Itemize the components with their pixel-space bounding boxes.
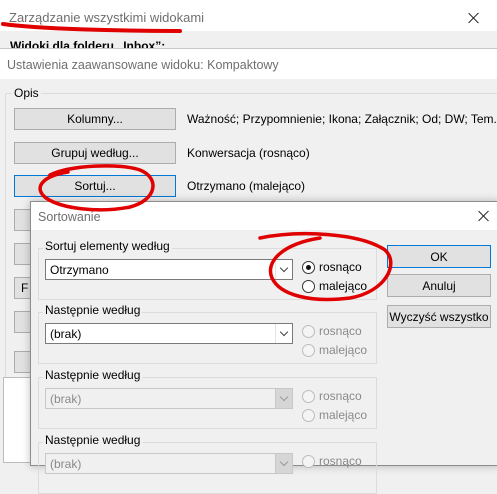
chevron-down-icon xyxy=(275,454,292,473)
then-by-label-1: Następnie według xyxy=(43,303,143,317)
chevron-down-icon[interactable] xyxy=(275,324,292,343)
radio-disabled-icon xyxy=(302,324,315,338)
columns-description: Ważność; Przypomnienie; Ikona; Załącznik… xyxy=(187,112,497,126)
columns-button-label: Kolumny... xyxy=(67,112,123,126)
then-by-2-descending-radio: malejąco xyxy=(302,408,367,422)
sort-by-descending-radio[interactable]: malejąco xyxy=(302,279,367,293)
then-by-label-3: Następnie według xyxy=(43,433,143,447)
sort-button[interactable]: Sortuj... xyxy=(14,175,176,197)
manage-views-titlebar: Zarządzanie wszystkimi widokami xyxy=(0,0,497,30)
then-by-value-2: (brak) xyxy=(50,392,82,406)
ok-button-label: OK xyxy=(430,249,448,264)
sort-by-value: Otrzymano xyxy=(50,263,109,277)
cancel-button[interactable]: Anuluj xyxy=(387,274,491,297)
radio-disabled-icon xyxy=(302,343,315,357)
advanced-title: Ustawienia zaawansowane widoku: Kompakto… xyxy=(7,58,279,72)
manage-views-title: Zarządzanie wszystkimi widokami xyxy=(9,10,205,25)
then-by-label-2: Następnie według xyxy=(43,368,143,382)
sort-dialog-title: Sortowanie xyxy=(38,210,101,224)
radio-disabled-icon xyxy=(302,454,315,468)
then-by-2-ascending-label: rosnąco xyxy=(319,389,362,403)
radio-disabled-icon xyxy=(302,408,315,422)
radio-disabled-icon xyxy=(302,389,315,403)
then-by-2-ascending-radio: rosnąco xyxy=(302,389,362,403)
sort-by-descending-label: malejąco xyxy=(319,279,368,293)
group-by-button-label: Grupuj według... xyxy=(51,146,139,160)
then-by-2-descending-label: malejąco xyxy=(319,408,368,422)
then-by-3-ascending-label: rosnąco xyxy=(319,454,362,468)
then-by-select-3: (brak) xyxy=(45,453,293,474)
sort-by-ascending-label: rosnąco xyxy=(319,260,362,274)
advanced-titlebar: Ustawienia zaawansowane widoku: Kompakto… xyxy=(0,49,497,79)
sort-dialog: Sortowanie Sortuj elementy według Otrzym… xyxy=(30,201,497,494)
chevron-down-icon xyxy=(275,389,292,408)
cancel-button-label: Anuluj xyxy=(422,278,456,293)
description-group-label: Opis xyxy=(12,86,41,100)
then-by-value-1: (brak) xyxy=(50,327,82,341)
then-by-select-2: (brak) xyxy=(45,388,293,409)
then-by-1-descending-radio[interactable]: malejąco xyxy=(302,343,367,357)
close-icon[interactable] xyxy=(468,12,480,24)
sort-by-select[interactable]: Otrzymano xyxy=(45,259,293,280)
close-icon[interactable] xyxy=(478,210,490,222)
then-by-1-ascending-label: rosnąco xyxy=(319,324,362,338)
view-list-remnant xyxy=(3,377,33,463)
radio-unselected-icon xyxy=(302,279,315,293)
ok-button[interactable]: OK xyxy=(387,245,491,268)
group-by-button[interactable]: Grupuj według... xyxy=(14,142,176,164)
chevron-down-icon[interactable] xyxy=(275,260,292,279)
columns-button[interactable]: Kolumny... xyxy=(14,108,176,130)
then-by-1-ascending-radio[interactable]: rosnąco xyxy=(302,324,362,338)
clear-all-button-label: Wyczyść wszystko xyxy=(389,309,489,324)
then-by-value-3: (brak) xyxy=(50,457,82,471)
radio-selected-icon xyxy=(302,260,315,274)
then-by-3-ascending-radio: rosnąco xyxy=(302,454,362,468)
sort-button-label: Sortuj... xyxy=(74,179,116,193)
then-by-select-1[interactable]: (brak) xyxy=(45,323,293,344)
sort-by-ascending-radio[interactable]: rosnąco xyxy=(302,260,362,274)
group-by-description: Konwersacja (rosnąco) xyxy=(187,146,310,160)
sort-dialog-titlebar: Sortowanie xyxy=(31,202,497,230)
formatting-button-letter: F xyxy=(21,281,29,295)
sort-by-label: Sortuj elementy według xyxy=(43,239,172,253)
clear-all-button[interactable]: Wyczyść wszystko xyxy=(387,305,491,328)
sort-description: Otrzymano (malejąco) xyxy=(187,179,306,193)
then-by-1-descending-label: malejąco xyxy=(319,343,368,357)
